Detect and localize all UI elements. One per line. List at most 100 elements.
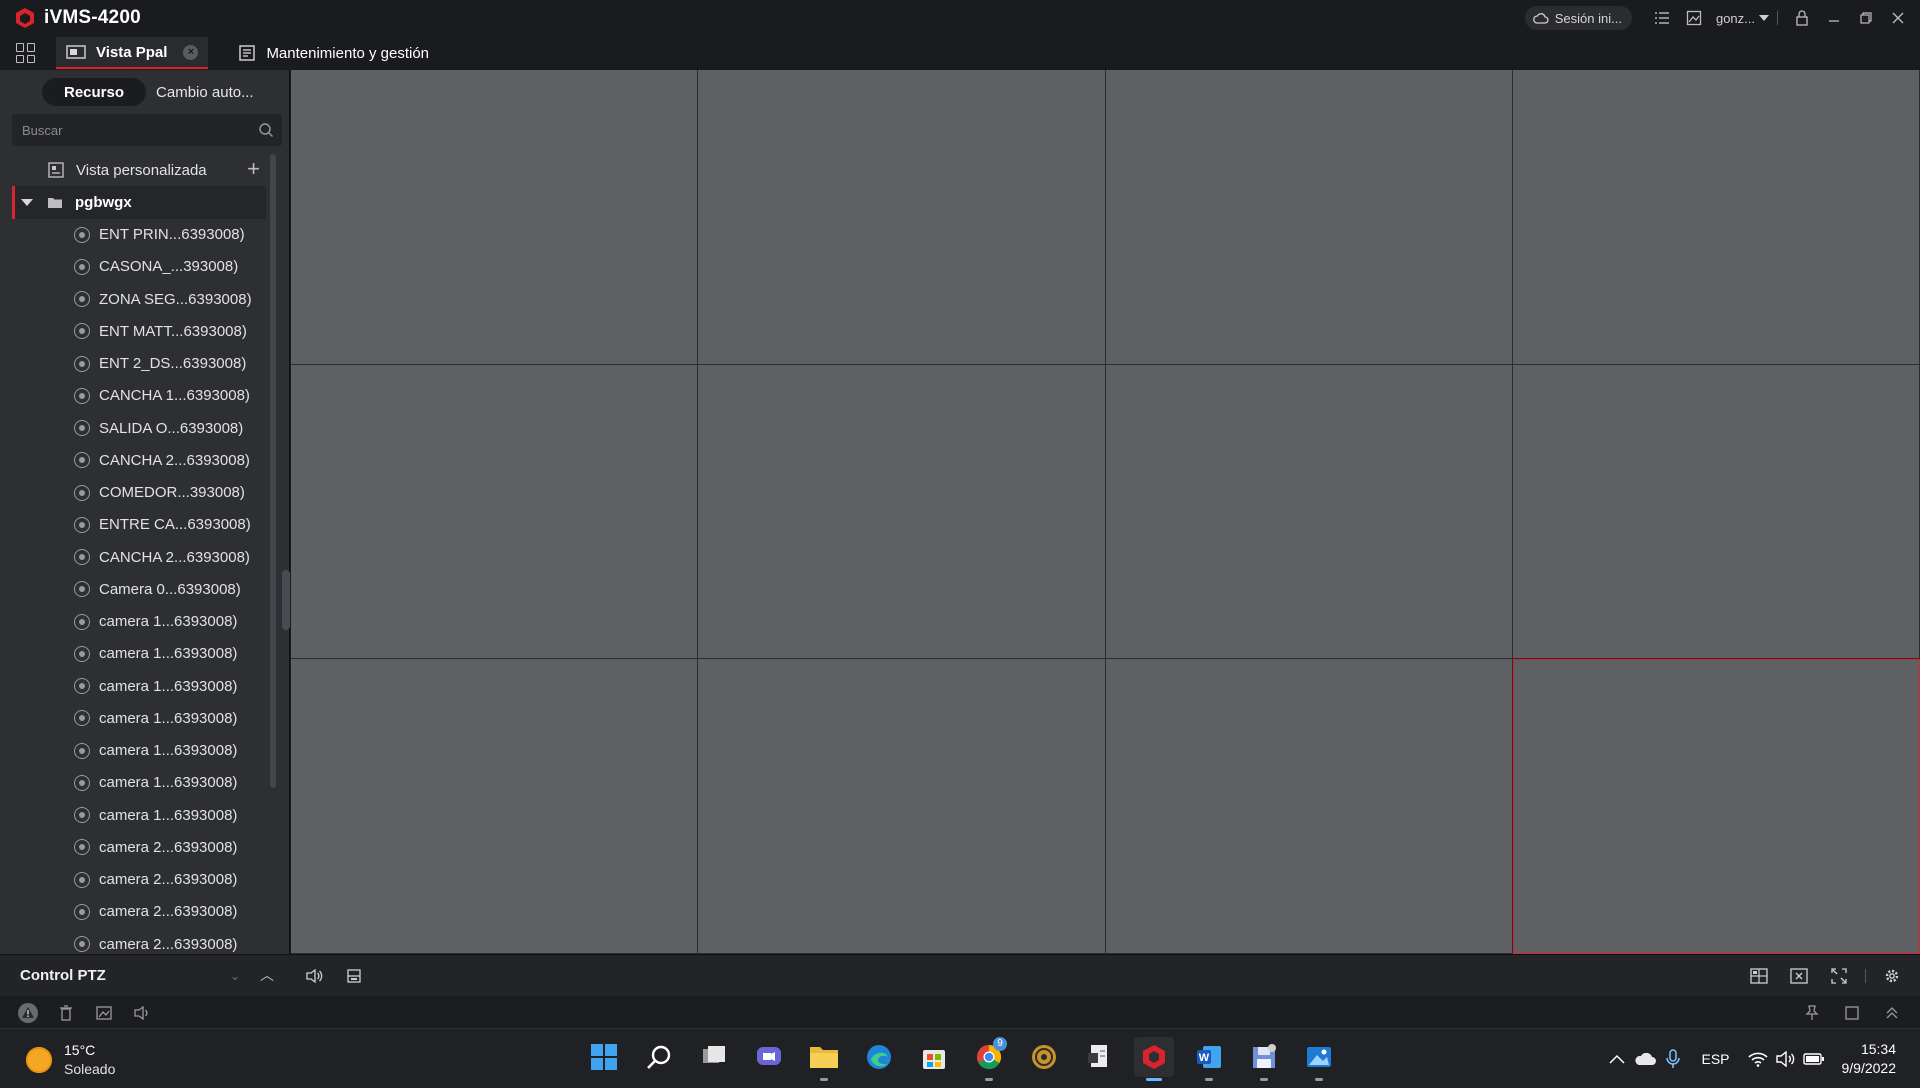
search-input[interactable] (12, 122, 242, 138)
fullscreen-icon[interactable] (1825, 963, 1853, 989)
tree-item-camera[interactable]: camera 1...6393008) (12, 670, 266, 702)
tree-item-camera[interactable]: SALIDA O...6393008) (12, 412, 266, 444)
input-language[interactable]: ESP (1701, 1051, 1729, 1067)
video-window[interactable] (1512, 70, 1920, 365)
tab-close-icon[interactable]: × (183, 44, 199, 60)
running-indicator (1146, 1078, 1162, 1081)
chevron-up-icon[interactable]: ︿ (260, 965, 274, 985)
tab-main-view[interactable]: Vista Ppal × (56, 37, 209, 69)
tree-item-custom-view[interactable]: Vista personalizada + (12, 154, 266, 186)
custom-view-label: Vista personalizada (76, 161, 207, 179)
onedrive-cloud-icon[interactable] (1631, 1046, 1659, 1072)
window-icon[interactable] (1838, 1000, 1866, 1026)
speaker-icon[interactable] (128, 1000, 156, 1026)
tree-item-camera[interactable]: camera 1...6393008) (12, 638, 266, 670)
tree-item-camera[interactable]: camera 1...6393008) (12, 735, 266, 767)
add-view-icon[interactable]: + (247, 158, 260, 180)
app-coin-icon[interactable] (1024, 1037, 1064, 1077)
tree-item-camera[interactable]: ENT PRIN...6393008) (12, 219, 266, 251)
sidebar-collapse-handle[interactable] (282, 570, 290, 630)
window-layout-icon[interactable] (1745, 963, 1773, 989)
tree-item-camera[interactable]: COMEDOR...393008) (12, 477, 266, 509)
tree-item-camera[interactable]: CANCHA 1...6393008) (12, 380, 266, 412)
video-window[interactable] (1105, 364, 1513, 660)
minimize-icon[interactable] (1820, 4, 1848, 32)
task-list-icon[interactable] (1648, 4, 1676, 32)
weather-widget[interactable]: 15°C Soleado (26, 1041, 115, 1079)
ptz-title[interactable]: Control PTZ (20, 967, 106, 984)
volume-icon[interactable] (1772, 1046, 1800, 1072)
tree-item-camera[interactable]: CANCHA 2...6393008) (12, 541, 266, 573)
image-icon[interactable] (1680, 4, 1708, 32)
pin-icon[interactable] (1798, 1000, 1826, 1026)
lock-icon[interactable] (1788, 4, 1816, 32)
video-window[interactable] (1105, 70, 1513, 365)
video-window[interactable] (1105, 659, 1513, 954)
close-all-icon[interactable] (1785, 963, 1813, 989)
chevron-up-icon[interactable] (1878, 1000, 1906, 1026)
tree-item-camera[interactable]: camera 2...6393008) (12, 896, 266, 928)
tree-item-camera[interactable]: camera 2...6393008) (12, 831, 266, 863)
close-icon[interactable] (1884, 4, 1912, 32)
floppy-app-icon[interactable] (1244, 1037, 1284, 1081)
chevron-down-icon[interactable] (1759, 15, 1769, 21)
start-icon[interactable] (584, 1037, 624, 1077)
clock[interactable]: 15:34 9/9/2022 (1842, 1040, 1897, 1078)
caret-down-icon[interactable] (21, 198, 33, 206)
store-icon[interactable] (914, 1037, 954, 1077)
tree-item-camera[interactable]: camera 1...6393008) (12, 799, 266, 831)
tree-item-camera[interactable]: ENT MATT...6393008) (12, 315, 266, 347)
word-icon[interactable]: W (1189, 1037, 1229, 1081)
task-view-icon[interactable] (694, 1037, 734, 1077)
gear-icon[interactable] (1878, 963, 1906, 989)
session-button[interactable]: Sesión ini... (1524, 6, 1632, 30)
save-view-icon[interactable] (340, 963, 368, 989)
tree-item-camera[interactable]: camera 2...6393008) (12, 864, 266, 896)
user-label[interactable]: gonz... (1716, 11, 1755, 26)
video-window[interactable] (698, 70, 1106, 365)
tree-item-camera[interactable]: Camera 0...6393008) (12, 573, 266, 605)
teams-chat-icon[interactable] (749, 1037, 789, 1077)
tree-item-camera[interactable]: ZONA SEG...6393008) (12, 283, 266, 315)
document-app-icon[interactable] (1079, 1037, 1119, 1077)
search-icon[interactable] (639, 1037, 679, 1077)
tree-item-camera[interactable]: ENT 2_DS...6393008) (12, 348, 266, 380)
tab-maintenance[interactable]: Mantenimiento y gestión (228, 38, 439, 68)
video-window[interactable] (291, 364, 699, 660)
microphone-icon[interactable] (1659, 1046, 1687, 1072)
video-window[interactable] (698, 659, 1106, 954)
wifi-icon[interactable] (1744, 1046, 1772, 1072)
restore-icon[interactable] (1852, 4, 1880, 32)
tree-item-camera[interactable]: camera 1...6393008) (12, 767, 266, 799)
video-window[interactable] (1512, 364, 1920, 660)
search-icon[interactable] (258, 122, 274, 138)
video-window[interactable] (698, 364, 1106, 660)
tree-item-camera[interactable]: CASONA_...393008) (12, 251, 266, 283)
tree-item-camera[interactable]: camera 1...6393008) (12, 702, 266, 734)
modules-grid-icon[interactable] (14, 41, 38, 65)
battery-icon[interactable] (1800, 1046, 1828, 1072)
tree-item-group[interactable]: pgbwgx (12, 186, 266, 219)
sidebar-scrollbar[interactable] (270, 154, 276, 788)
tree-item-camera[interactable]: ENTRE CA...6393008) (12, 509, 266, 541)
trash-icon[interactable] (52, 1000, 80, 1026)
alarm-icon[interactable] (14, 1000, 42, 1026)
edge-icon[interactable] (859, 1037, 899, 1077)
ivms-taskbar-icon[interactable] (1134, 1037, 1174, 1081)
chevron-up-icon[interactable] (1603, 1046, 1631, 1072)
video-window-selected[interactable] (1512, 659, 1920, 954)
camera-icon (74, 613, 90, 630)
chrome-icon[interactable]: 9 (969, 1037, 1009, 1081)
segment-resource[interactable]: Recurso (42, 78, 147, 106)
image-icon[interactable] (90, 1000, 118, 1026)
file-explorer-icon[interactable] (804, 1037, 844, 1081)
video-window[interactable] (291, 659, 699, 954)
photos-icon[interactable] (1299, 1037, 1339, 1081)
tree-item-camera[interactable]: camera 2...6393008) (12, 928, 266, 954)
tree-item-camera[interactable]: camera 1...6393008) (12, 606, 266, 638)
chevron-down-icon[interactable]: ⌄ (230, 969, 240, 983)
segment-auto-switch[interactable]: Cambio auto... (146, 78, 264, 106)
video-window[interactable] (291, 70, 699, 365)
audio-icon[interactable] (300, 963, 328, 989)
tree-item-camera[interactable]: CANCHA 2...6393008) (12, 444, 266, 476)
